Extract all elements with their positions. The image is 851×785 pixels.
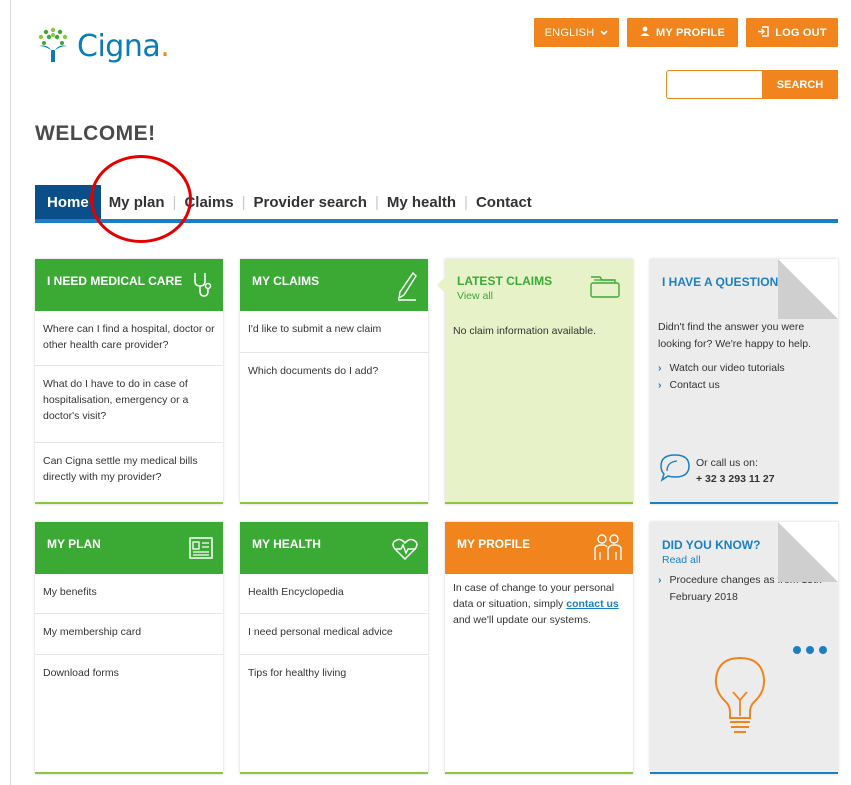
pen-icon xyxy=(396,271,418,303)
my-profile-card: MY PROFILE In case of change to your per… xyxy=(445,522,633,774)
brand-name: Cigna. xyxy=(77,29,170,64)
card-bottom-bar xyxy=(35,772,223,774)
card-title: MY HEALTH xyxy=(252,537,321,551)
video-tutorials-link[interactable]: › Watch our video tutorials xyxy=(650,360,838,377)
card-title: MY PLAN xyxy=(47,537,101,551)
card-bottom-bar xyxy=(650,772,838,774)
card-title: MY CLAIMS xyxy=(252,274,320,288)
my-health-card: MY HEALTH Health Encyclopedia I need per… xyxy=(240,522,428,774)
list-item[interactable]: Tips for healthy living xyxy=(240,655,428,695)
search-button[interactable]: SEARCH xyxy=(762,70,838,99)
tree-logo-icon xyxy=(35,24,71,69)
call-label: Or call us on: xyxy=(696,457,758,469)
card-bottom-bar xyxy=(445,772,633,774)
annotation-circle xyxy=(90,155,192,243)
logout-icon xyxy=(757,25,769,40)
newspaper-icon xyxy=(189,537,213,561)
profile-text-after: and we'll update our systems. xyxy=(453,614,591,626)
language-dropdown[interactable]: ENGLISH xyxy=(534,18,619,47)
cigna-logo[interactable]: Cigna. xyxy=(35,24,170,69)
tab-contact[interactable]: Contact xyxy=(468,194,540,211)
card-header[interactable]: I NEED MEDICAL CARE xyxy=(35,259,223,311)
folder-icon xyxy=(589,273,621,304)
phone-number[interactable]: + 32 3 293 11 27 xyxy=(696,471,775,487)
search-input[interactable] xyxy=(666,70,762,99)
page-title: WELCOME! xyxy=(35,122,156,145)
list-item[interactable]: Can Cigna settle my medical bills direct… xyxy=(35,443,223,501)
link-label: Watch our video tutorials xyxy=(669,362,785,374)
my-claims-card: MY CLAIMS I'd like to submit a new claim… xyxy=(240,259,428,504)
stethoscope-icon xyxy=(191,271,213,301)
card-notch xyxy=(437,277,445,293)
question-card: I HAVE A QUESTION Didn't find the answer… xyxy=(650,259,838,504)
my-plan-card: MY PLAN My benefits My membership card D… xyxy=(35,522,223,774)
brand-text: Cigna xyxy=(77,29,161,64)
card-bottom-bar xyxy=(650,502,838,504)
list-item[interactable]: Download forms xyxy=(35,655,223,695)
card-bottom-bar xyxy=(35,502,223,504)
list-item[interactable]: What do I have to do in case of hospital… xyxy=(35,366,223,443)
list-item[interactable]: I'd like to submit a new claim xyxy=(240,311,428,353)
folded-corner xyxy=(778,259,838,319)
folded-corner xyxy=(778,522,838,582)
no-claims-text: No claim information available. xyxy=(453,325,596,337)
chevron-down-icon xyxy=(600,27,608,39)
contact-us-link[interactable]: › Contact us xyxy=(650,377,838,394)
card-header[interactable]: MY CLAIMS xyxy=(240,259,428,311)
lightbulb-icon xyxy=(710,654,770,741)
people-icon xyxy=(593,532,623,564)
medical-care-card: I NEED MEDICAL CARE Where can I find a h… xyxy=(35,259,223,504)
tab-provider-search[interactable]: Provider search xyxy=(246,194,375,211)
profile-text: In case of change to your personal data … xyxy=(445,574,633,628)
more-dots-icon[interactable] xyxy=(792,642,828,660)
card-header[interactable]: MY PLAN xyxy=(35,522,223,574)
call-block: Or call us on: + 32 3 293 11 27 xyxy=(696,455,775,487)
list-item[interactable]: My membership card xyxy=(35,614,223,655)
heartbeat-icon xyxy=(392,538,418,562)
log-out-label: LOG OUT xyxy=(775,26,827,39)
list-item[interactable]: Health Encyclopedia xyxy=(240,574,428,614)
page-border xyxy=(10,0,11,785)
brand-dot: . xyxy=(160,29,170,64)
card-header[interactable]: MY HEALTH xyxy=(240,522,428,574)
user-icon xyxy=(640,26,650,39)
list-item[interactable]: Which documents do I add? xyxy=(240,353,428,393)
card-title: MY PROFILE xyxy=(457,537,531,551)
latest-claims-card: LATEST CLAIMS View all No claim informat… xyxy=(437,259,633,504)
card-bottom-bar xyxy=(240,772,428,774)
card-title: I NEED MEDICAL CARE xyxy=(47,274,183,288)
contact-us-link[interactable]: contact us xyxy=(566,598,619,610)
chat-bubble-icon xyxy=(658,452,692,487)
list-item[interactable]: Where can I find a hospital, doctor or o… xyxy=(35,311,223,366)
card-bottom-bar xyxy=(445,502,633,504)
list-item[interactable]: I need personal medical advice xyxy=(240,614,428,655)
list-item[interactable]: My benefits xyxy=(35,574,223,614)
my-profile-label: MY PROFILE xyxy=(655,26,726,39)
my-profile-button[interactable]: MY PROFILE xyxy=(627,18,738,47)
did-you-know-card: DID YOU KNOW? Read all › Procedure change… xyxy=(650,522,838,774)
language-label: ENGLISH xyxy=(544,26,595,39)
card-bottom-bar xyxy=(240,502,428,504)
link-label: Contact us xyxy=(669,379,720,391)
card-header[interactable]: LATEST CLAIMS View all xyxy=(445,259,633,311)
log-out-button[interactable]: LOG OUT xyxy=(746,18,838,47)
card-header[interactable]: MY PROFILE xyxy=(445,522,633,574)
tab-my-health[interactable]: My health xyxy=(379,194,464,211)
